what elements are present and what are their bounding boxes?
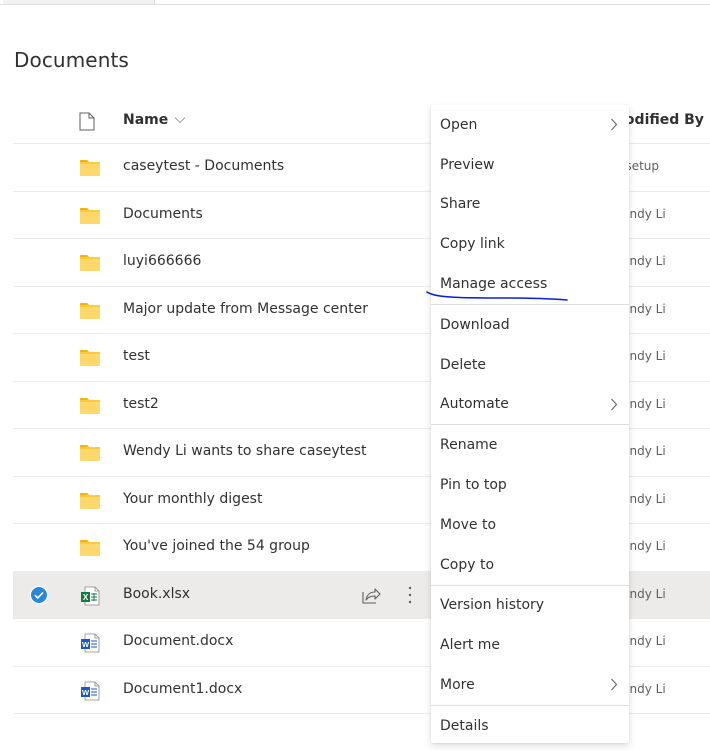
- menu-item-open[interactable]: Open: [431, 105, 629, 145]
- menu-item-rename[interactable]: Rename: [431, 425, 629, 465]
- item-name[interactable]: caseytest - Documents: [123, 158, 284, 174]
- item-name[interactable]: luyi666666: [123, 253, 201, 269]
- menu-item-label: Delete: [440, 356, 486, 373]
- svg-text:W: W: [82, 640, 90, 649]
- menu-item-label: Alert me: [440, 637, 501, 654]
- menu-item-label: Details: [440, 717, 489, 734]
- item-name[interactable]: test: [123, 348, 150, 364]
- chevron-right-icon: [611, 678, 618, 691]
- name-column-label: Name: [123, 112, 169, 128]
- menu-item-label: Move to: [440, 516, 497, 533]
- folder-icon: [80, 492, 100, 509]
- share-icon[interactable]: [361, 585, 381, 605]
- menu-item-label: Preview: [440, 156, 495, 173]
- word-file-icon: W: [81, 681, 100, 700]
- menu-item-move-to[interactable]: Move to: [431, 505, 629, 545]
- menu-item-preview[interactable]: Preview: [431, 145, 629, 185]
- menu-item-download[interactable]: Download: [431, 305, 629, 345]
- menu-item-delete[interactable]: Delete: [431, 345, 629, 385]
- folder-icon: [80, 207, 100, 224]
- menu-item-version-history[interactable]: Version history: [431, 586, 629, 626]
- chevron-right-icon: [611, 118, 618, 131]
- menu-item-copy-link[interactable]: Copy link: [431, 224, 629, 264]
- svg-text:W: W: [82, 688, 90, 697]
- menu-item-label: Copy link: [440, 236, 505, 253]
- folder-icon: [80, 160, 100, 176]
- menu-item-label: Share: [440, 196, 481, 213]
- menu-item-label: Version history: [440, 597, 545, 614]
- item-name[interactable]: Book.xlsx: [123, 586, 190, 602]
- item-name[interactable]: Major update from Message center: [123, 301, 368, 317]
- folder-icon: [80, 255, 100, 271]
- context-menu: Open Preview Share Copy link Manage access Do…: [431, 105, 629, 743]
- item-name[interactable]: Document.docx: [123, 633, 233, 649]
- item-name[interactable]: Your monthly digest: [123, 491, 262, 507]
- folder-icon: [80, 302, 100, 319]
- folder-icon: [80, 445, 100, 461]
- menu-item-label: More: [440, 677, 475, 694]
- menu-item-share[interactable]: Share: [431, 185, 629, 225]
- item-name[interactable]: Documents: [123, 206, 203, 222]
- folder-icon: [80, 397, 100, 414]
- menu-item-alert-me[interactable]: Alert me: [431, 625, 629, 665]
- selected-check-icon[interactable]: [30, 585, 48, 604]
- more-options-icon[interactable]: [403, 584, 417, 606]
- page-title: Documents: [14, 48, 129, 72]
- menu-item-more[interactable]: More: [431, 665, 629, 705]
- chevron-down-icon: [174, 117, 186, 124]
- item-name[interactable]: test2: [123, 396, 159, 412]
- name-column-header[interactable]: Name: [123, 112, 186, 128]
- menu-item-label: Pin to top: [440, 477, 507, 494]
- menu-item-label: Download: [440, 316, 510, 333]
- item-name[interactable]: You've joined the 54 group: [123, 538, 310, 554]
- menu-item-copy-to[interactable]: Copy to: [431, 545, 629, 585]
- excel-file-icon: X: [81, 586, 100, 605]
- menu-item-details[interactable]: Details: [431, 706, 629, 746]
- folder-icon: [80, 540, 100, 556]
- item-name[interactable]: Wendy Li wants to share caseytest: [123, 443, 367, 459]
- menu-item-label: Automate: [440, 396, 509, 413]
- menu-item-manage-access[interactable]: Manage access: [431, 264, 629, 304]
- top-divider: [0, 4, 710, 5]
- word-file-icon: W: [81, 633, 100, 653]
- item-name[interactable]: Document1.docx: [123, 681, 242, 697]
- menu-item-pin-to-top[interactable]: Pin to top: [431, 465, 629, 505]
- file-type-column-icon[interactable]: [79, 112, 95, 131]
- menu-item-automate[interactable]: Automate: [431, 385, 629, 425]
- menu-item-label: Rename: [440, 437, 498, 454]
- menu-item-label: Copy to: [440, 556, 495, 573]
- chevron-right-icon: [611, 398, 618, 410]
- menu-item-label: Open: [440, 116, 478, 133]
- folder-icon: [80, 350, 100, 366]
- svg-text:X: X: [83, 593, 89, 602]
- menu-item-label: Manage access: [440, 276, 548, 293]
